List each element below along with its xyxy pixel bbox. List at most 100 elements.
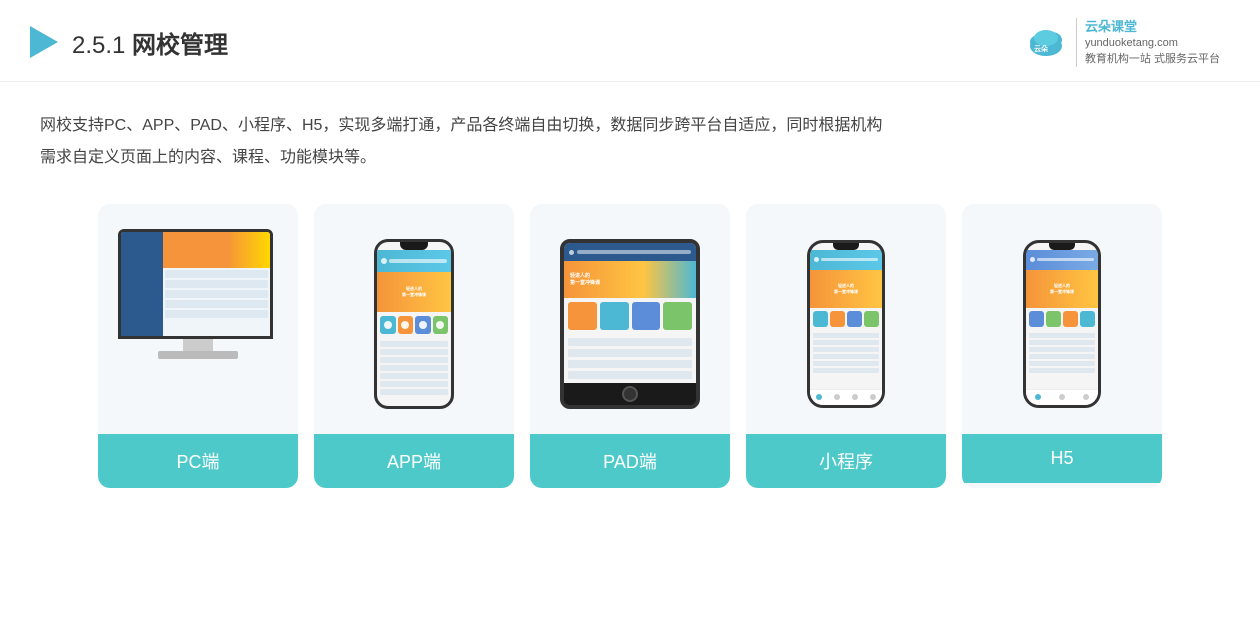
device-pad: 轻进人的第一堂冲锋课 (560, 239, 700, 409)
pc-sidebar (121, 232, 163, 336)
mini-content-row-h5 (1029, 354, 1095, 359)
pc-row (165, 310, 268, 318)
phone-notch (400, 242, 428, 250)
pc-row (165, 290, 268, 298)
brand-logo: 云朵 云朵课堂 yunduoketang.com 教育机构一站 式服务云平台 (1024, 18, 1220, 67)
pad-header (564, 243, 696, 261)
brand-website: yunduoketang.com (1085, 36, 1220, 51)
phone-content-rows (377, 338, 451, 398)
phone-content-row (380, 365, 448, 371)
card-app-image: 轻进人的第一堂冲锋课 (314, 204, 514, 434)
pad-content-row (568, 349, 692, 357)
mini-phone-body-h5: 轻进人的第一堂冲锋课 (1023, 240, 1101, 408)
cards-section: PC端 轻进人的第一堂冲锋课 (0, 174, 1260, 508)
page-title: 2.5.1 网校管理 (72, 25, 228, 60)
mini-grid (810, 308, 882, 330)
mini-grid-item (830, 311, 845, 327)
card-pad-image: 轻进人的第一堂冲锋课 (530, 204, 730, 434)
title-prefix: 2.5.1 (72, 32, 132, 59)
header-right: 云朵 云朵课堂 yunduoketang.com 教育机构一站 式服务云平台 (1024, 18, 1220, 67)
phone-content-row (380, 341, 448, 347)
mini-phone-screen-h5: 轻进人的第一堂冲锋课 (1026, 243, 1098, 405)
pc-monitor (118, 229, 273, 339)
header: 2.5.1 网校管理 云朵 云朵课堂 yunduoketang.co (0, 0, 1260, 82)
pc-row (165, 270, 268, 278)
device-phone-app: 轻进人的第一堂冲锋课 (374, 239, 454, 409)
mini-phone-screen: 轻进人的第一堂冲锋课 (810, 243, 882, 405)
pc-row (165, 280, 268, 288)
phone-grid-item (433, 316, 449, 334)
phone-content-row (380, 381, 448, 387)
card-pc-image (98, 204, 298, 434)
mini-content-row (813, 347, 879, 352)
pad-body: 轻进人的第一堂冲锋课 (560, 239, 700, 409)
mini-nav-dot (816, 394, 822, 400)
mini-banner-h5: 轻进人的第一堂冲锋课 (1026, 270, 1098, 308)
mini-banner: 轻进人的第一堂冲锋课 (810, 270, 882, 308)
mini-grid-item-h5 (1029, 311, 1044, 327)
pc-content-rows (163, 268, 270, 336)
phone-content-row (380, 389, 448, 395)
svg-text:云朵: 云朵 (1034, 44, 1049, 53)
pc-stand-neck (183, 339, 213, 351)
description-line1: 网校支持PC、APP、PAD、小程序、H5，实现多端打通，产品各终端自由切换，数… (40, 110, 1220, 142)
card-pad: 轻进人的第一堂冲锋课 (530, 204, 730, 488)
phone-grid-item (398, 316, 414, 334)
mini-bottom-nav-h5 (1026, 389, 1098, 405)
pc-banner (163, 232, 270, 268)
mini-banner-text-h5: 轻进人的第一堂冲锋课 (1050, 283, 1074, 294)
phone-grid-item (380, 316, 396, 334)
mini-nav-dot (852, 394, 858, 400)
mini-grid-item-h5 (1046, 311, 1061, 327)
mini-nav-dot (834, 394, 840, 400)
card-app: 轻进人的第一堂冲锋课 (314, 204, 514, 488)
phone-header-dot (381, 258, 387, 264)
mini-phone-header-h5 (1026, 250, 1098, 270)
phone-grid-item (415, 316, 431, 334)
mini-content-row-h5 (1029, 361, 1095, 366)
pad-content-rows (564, 334, 696, 383)
mini-grid-item (864, 311, 879, 327)
card-app-label: APP端 (314, 434, 514, 488)
mini-header-dot-h5 (1030, 257, 1035, 262)
mini-phone-notch-h5 (1049, 243, 1075, 250)
mini-content-rows (810, 330, 882, 376)
mini-content-row-h5 (1029, 368, 1095, 373)
mini-header-dot (814, 257, 819, 262)
mini-grid-item-h5 (1063, 311, 1078, 327)
pad-content-row (568, 371, 692, 379)
card-pad-label: PAD端 (530, 434, 730, 488)
mini-grid-item (847, 311, 862, 327)
card-miniprogram-image: 轻进人的第一堂冲锋课 (746, 204, 946, 434)
phone-content-row (380, 373, 448, 379)
mini-content-row (813, 340, 879, 345)
mini-nav-dot (870, 394, 876, 400)
mini-phone-notch (833, 243, 859, 250)
mini-nav-dot-h5 (1059, 394, 1065, 400)
card-miniprogram-label: 小程序 (746, 434, 946, 488)
mini-phone-header (810, 250, 882, 270)
mini-content-row (813, 368, 879, 373)
mini-content-row-h5 (1029, 333, 1095, 338)
device-mini-phone-mp: 轻进人的第一堂冲锋课 (807, 240, 885, 408)
pad-banner: 轻进人的第一堂冲锋课 (564, 261, 696, 298)
pad-screen: 轻进人的第一堂冲锋课 (564, 243, 696, 383)
mini-nav-dot-h5 (1035, 394, 1041, 400)
pad-header-dot (569, 250, 574, 255)
card-miniprogram: 轻进人的第一堂冲锋课 (746, 204, 946, 488)
header-left: 2.5.1 网校管理 (30, 25, 228, 60)
phone-content-row (380, 357, 448, 363)
mini-content-row-h5 (1029, 347, 1095, 352)
mini-content-row (813, 361, 879, 366)
mini-phone-body: 轻进人的第一堂冲锋课 (807, 240, 885, 408)
pc-stand-base (158, 351, 238, 359)
pc-main (163, 232, 270, 336)
phone-banner: 轻进人的第一堂冲锋课 (377, 272, 451, 312)
logo-triangle-icon (30, 26, 58, 58)
mini-content-rows-h5 (1026, 330, 1098, 376)
phone-body: 轻进人的第一堂冲锋课 (374, 239, 454, 409)
brand-icon: 云朵 (1024, 20, 1068, 64)
phone-screen: 轻进人的第一堂冲锋课 (377, 242, 451, 406)
phone-grid (377, 312, 451, 338)
mini-content-row (813, 354, 879, 359)
